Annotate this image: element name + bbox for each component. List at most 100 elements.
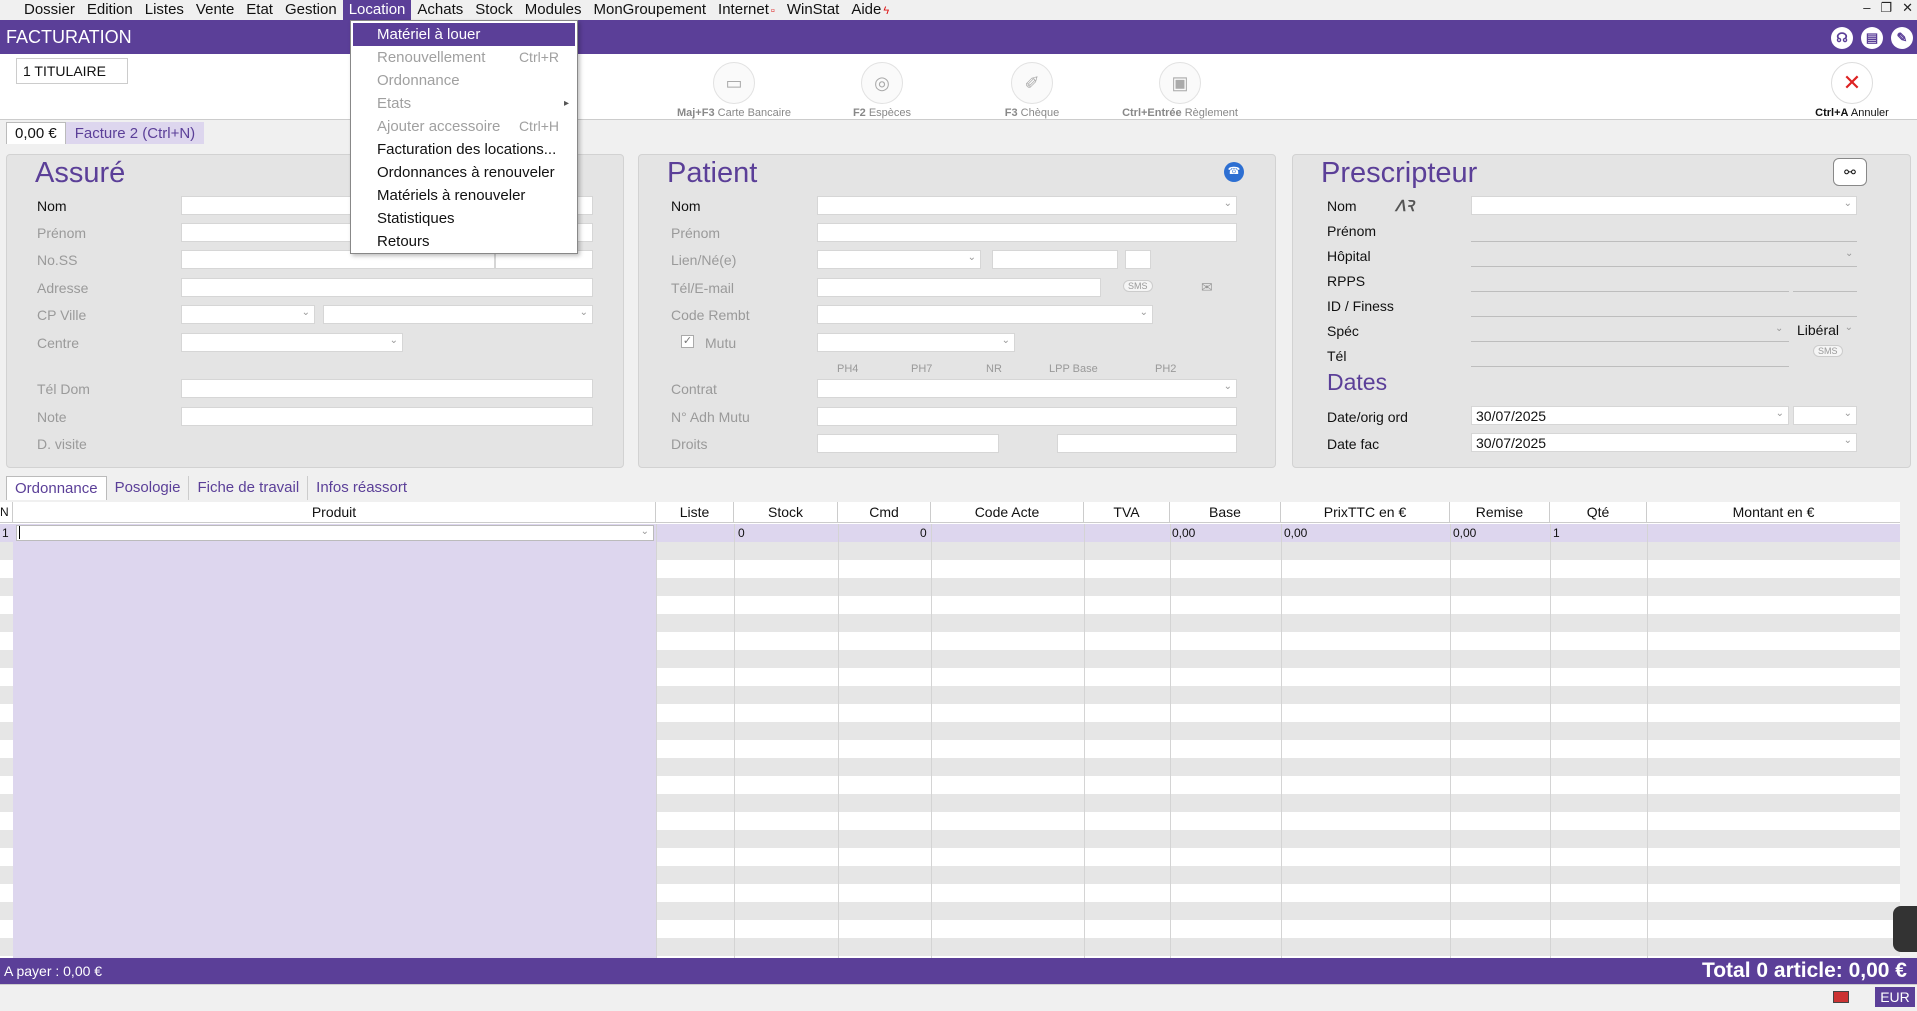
tab-ordonnance[interactable]: Ordonnance <box>6 476 107 500</box>
date-fac-input[interactable]: 30/07/2025 ⌄ <box>1471 433 1857 452</box>
patient-sms-button[interactable]: SMS <box>1123 280 1153 292</box>
menu-item-ordonnances-a-renouveler[interactable]: Ordonnances à renouveler <box>351 161 577 184</box>
tab-posologie[interactable]: Posologie <box>107 476 190 500</box>
col-prix-header[interactable]: PrixTTC en € <box>1281 502 1450 523</box>
menu-item-label: Matériel à louer <box>377 26 481 43</box>
col-produit-header[interactable]: Produit <box>13 502 656 523</box>
menu-etat[interactable]: Etat <box>240 0 279 20</box>
col-qte-header[interactable]: Qté <box>1550 502 1647 523</box>
reglement-button[interactable]: ▣ Ctrl+Entrée Règlement <box>1105 62 1255 119</box>
patient-tel-input[interactable] <box>817 278 1101 297</box>
minimize-icon[interactable]: – <box>1863 0 1870 20</box>
annuler-button[interactable]: ✕ Ctrl+A Annuler <box>1777 62 1917 119</box>
patient-droits-start-input[interactable] <box>817 434 999 453</box>
tab-infos-reassort[interactable]: Infos réassort <box>308 476 415 500</box>
mail-icon[interactable]: ✉ <box>1201 279 1213 296</box>
menu-achats[interactable]: Achats <box>411 0 469 20</box>
col-cmd-header[interactable]: Cmd <box>838 502 931 523</box>
patient-rang-input[interactable] <box>1125 250 1151 269</box>
tab-invoice-1[interactable]: 0,00 € <box>6 122 66 144</box>
patient-naissance-input[interactable] <box>992 250 1118 269</box>
currency-badge[interactable]: EUR <box>1875 987 1915 1007</box>
mutu-checkbox[interactable]: ✓ <box>681 335 694 348</box>
prescripteur-link-icon[interactable]: ⚯ <box>1833 158 1867 186</box>
assure-centre-select[interactable]: ⌄ <box>181 333 403 352</box>
menu-item-facturation-locations[interactable]: Facturation des locations... <box>351 138 577 161</box>
titulaire-selector[interactable]: 1 TITULAIRE <box>16 58 128 84</box>
menu-winstat[interactable]: WinStat <box>781 0 846 20</box>
prescripteur-sms-button[interactable]: SMS <box>1813 345 1843 357</box>
assure-cp-select[interactable]: ⌄ <box>181 305 315 324</box>
menu-dossier[interactable]: Dossier <box>18 0 81 20</box>
col-code-acte-header[interactable]: Code Acte <box>931 502 1084 523</box>
tab-fiche-travail[interactable]: Fiche de travail <box>189 476 309 500</box>
table-row[interactable]: 1 ⌄ 0 0 0,00 0,00 0,00 1 <box>0 524 1900 542</box>
prescripteur-spec-select[interactable] <box>1471 341 1789 342</box>
side-panel-handle[interactable] <box>1893 906 1917 952</box>
restore-icon[interactable]: ❐ <box>1880 0 1892 20</box>
date-orig-input[interactable]: 30/07/2025 ⌄ <box>1471 406 1789 425</box>
col-stock-header[interactable]: Stock <box>734 502 838 523</box>
patient-mutu-select[interactable]: ⌄ <box>817 333 1015 352</box>
menu-item-ordonnance[interactable]: Ordonnance <box>351 69 577 92</box>
patient-info-icon[interactable]: ☎ <box>1224 162 1244 182</box>
prescripteur-rpps-input[interactable] <box>1471 291 1789 292</box>
patient-lien-select[interactable]: ⌄ <box>817 250 981 269</box>
assure-ville-select[interactable]: ⌄ <box>323 305 593 324</box>
menu-internet[interactable]: Internet ▫ <box>712 0 781 20</box>
menu-item-etats[interactable]: Etats ▸ <box>351 92 577 115</box>
menu-edition[interactable]: Edition <box>81 0 139 20</box>
prescripteur-hopital-select[interactable] <box>1471 266 1857 267</box>
patient-nom-select[interactable]: ⌄ <box>817 196 1237 215</box>
col-tva-header[interactable]: TVA <box>1084 502 1170 523</box>
carte-bancaire-button[interactable]: ▭ Maj+F3 Carte Bancaire <box>659 62 809 119</box>
pen-icon[interactable]: ✎ <box>1891 27 1913 49</box>
menu-stock[interactable]: Stock <box>469 0 519 20</box>
col-liste-header[interactable]: Liste <box>656 502 734 523</box>
produit-input[interactable]: ⌄ <box>16 525 654 541</box>
menu-item-materiel-a-louer[interactable]: Matériel à louer <box>353 23 575 46</box>
col-base-header[interactable]: Base <box>1170 502 1281 523</box>
col-remise-header[interactable]: Remise <box>1450 502 1550 523</box>
menu-aide[interactable]: Aide ϟ <box>845 0 895 20</box>
menu-item-retours[interactable]: Retours <box>351 230 577 253</box>
prescripteur-liberal-select[interactable]: Libéral ⌄ <box>1793 321 1857 340</box>
grid-header: N Produit Liste Stock Cmd Code Acte TVA … <box>0 502 1900 523</box>
assure-teldom-input[interactable] <box>181 379 593 398</box>
book-icon[interactable]: ▤ <box>1861 27 1883 49</box>
prescripteur-idfiness-input[interactable] <box>1471 316 1857 317</box>
patient-prenom-input[interactable] <box>817 223 1237 242</box>
especes-button[interactable]: ◎ F2 Espèces <box>807 62 957 119</box>
assure-adresse-input[interactable] <box>181 278 593 297</box>
menu-mongroupement[interactable]: MonGroupement <box>587 0 712 20</box>
prescripteur-tel-input[interactable] <box>1471 366 1789 367</box>
menu-vente[interactable]: Vente <box>190 0 240 20</box>
menu-listes[interactable]: Listes <box>139 0 190 20</box>
grid-scrollbar[interactable] <box>1900 502 1917 958</box>
col-montant-header[interactable]: Montant en € <box>1647 502 1900 523</box>
menu-modules[interactable]: Modules <box>519 0 588 20</box>
tab-invoice-2[interactable]: Facture 2 (Ctrl+N) <box>65 122 205 144</box>
chevron-down-icon: ⌄ <box>579 307 588 318</box>
menu-item-ajouter-accessoire[interactable]: Ajouter accessoire Ctrl+H <box>351 115 577 138</box>
col-n-header[interactable]: N <box>0 502 13 523</box>
menu-gestion[interactable]: Gestion <box>279 0 343 20</box>
cheque-button[interactable]: ✐ F3 Chèque <box>957 62 1107 119</box>
date-orig-type-select[interactable]: ⌄ <box>1793 406 1857 425</box>
patient-contrat-select[interactable]: ⌄ <box>817 379 1237 398</box>
menu-item-statistiques[interactable]: Statistiques <box>351 207 577 230</box>
menu-item-materiels-a-renouveler[interactable]: Matériels à renouveler <box>351 184 577 207</box>
headset-icon[interactable]: ☊ <box>1831 27 1853 49</box>
assure-note-input[interactable] <box>181 407 593 426</box>
prescripteur-prenom-input[interactable] <box>1471 241 1857 242</box>
patient-adhmutu-input[interactable] <box>817 407 1237 426</box>
prescripteur-nom-select[interactable]: ⌄ <box>1471 196 1857 215</box>
close-window-icon[interactable]: ✕ <box>1902 0 1913 20</box>
menu-item-renouvellement[interactable]: Renouvellement Ctrl+R <box>351 46 577 69</box>
patient-droits-end-input[interactable] <box>1057 434 1237 453</box>
patient-coderembt-select[interactable]: ⌄ <box>817 305 1153 324</box>
prescripteur-panel: Prescripteur ⚯ Nom ᐱꝚ ⌄ Prénom Hôpital ⌄… <box>1292 154 1911 468</box>
prescripteur-rpps-key-input[interactable] <box>1793 291 1857 292</box>
carte-bancaire-key: Maj+F3 <box>676 107 715 119</box>
menu-location[interactable]: Location <box>342 0 412 20</box>
